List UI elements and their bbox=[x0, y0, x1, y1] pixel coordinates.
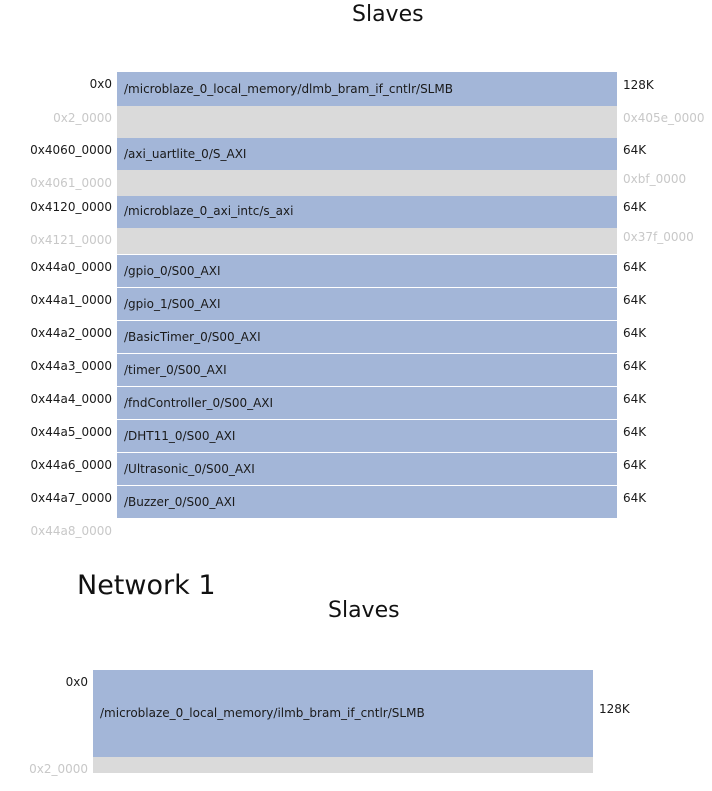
slave-segment[interactable]: /BasicTimer_0/S00_AXI bbox=[117, 321, 617, 353]
slave-segment[interactable]: /microblaze_0_axi_intc/s_axi bbox=[117, 196, 617, 228]
free-segment bbox=[117, 106, 617, 138]
segment-size: 64K bbox=[623, 425, 647, 439]
segment-size: 64K bbox=[623, 143, 647, 157]
slave-segment[interactable]: /microblaze_0_local_memory/dlmb_bram_if_… bbox=[117, 72, 617, 106]
slave-segment-label: /DHT11_0/S00_AXI bbox=[124, 429, 236, 443]
slave-segment-label: /gpio_0/S00_AXI bbox=[124, 264, 221, 278]
segment-size: 0x405e_0000 bbox=[623, 111, 705, 125]
address-label: 0x44a1_0000 bbox=[30, 293, 112, 307]
address-label: 0x4121_0000 bbox=[30, 233, 112, 247]
free-segment bbox=[117, 228, 617, 254]
slave-segment-label: /axi_uartlite_0/S_AXI bbox=[124, 147, 247, 161]
slave-segment-label: /microblaze_0_local_memory/dlmb_bram_if_… bbox=[124, 82, 453, 96]
segment-size: 64K bbox=[623, 491, 647, 505]
segment-size: 64K bbox=[623, 392, 647, 406]
free-segment bbox=[93, 757, 593, 773]
address-label: 0x44a4_0000 bbox=[30, 392, 112, 406]
segment-size: 64K bbox=[623, 326, 647, 340]
slaves-title: Slaves bbox=[352, 2, 424, 27]
address-label: 0x0 bbox=[89, 77, 112, 91]
segment-size: 64K bbox=[623, 260, 647, 274]
slave-segment[interactable]: /gpio_0/S00_AXI bbox=[117, 255, 617, 287]
slave-segment[interactable]: /Ultrasonic_0/S00_AXI bbox=[117, 453, 617, 485]
slave-segment-label: /microblaze_0_axi_intc/s_axi bbox=[124, 204, 294, 218]
segment-size: 128K bbox=[623, 78, 654, 92]
slave-segment-label: /fndController_0/S00_AXI bbox=[124, 396, 274, 410]
address-label: 0x44a3_0000 bbox=[30, 359, 112, 373]
slaves-title: Slaves bbox=[328, 598, 400, 623]
address-label: 0x44a2_0000 bbox=[30, 326, 112, 340]
segment-size: 64K bbox=[623, 359, 647, 373]
slave-segment-label: /gpio_1/S00_AXI bbox=[124, 297, 221, 311]
segment-size: 64K bbox=[623, 293, 647, 307]
slave-segment[interactable]: /fndController_0/S00_AXI bbox=[117, 387, 617, 419]
address-label: 0x4060_0000 bbox=[30, 143, 112, 157]
address-label: 0x4061_0000 bbox=[30, 176, 112, 190]
slave-segment-label: /Buzzer_0/S00_AXI bbox=[124, 495, 236, 509]
slave-segment[interactable]: /Buzzer_0/S00_AXI bbox=[117, 486, 617, 518]
address-label: 0x44a7_0000 bbox=[30, 491, 112, 505]
segment-size: 128K bbox=[599, 702, 630, 716]
slave-segment-label: /timer_0/S00_AXI bbox=[124, 363, 227, 377]
slave-segment[interactable]: /microblaze_0_local_memory/ilmb_bram_if_… bbox=[93, 670, 593, 757]
address-label: 0x2_0000 bbox=[29, 762, 88, 776]
slave-segment[interactable]: /timer_0/S00_AXI bbox=[117, 354, 617, 386]
address-label: 0x44a6_0000 bbox=[30, 458, 112, 472]
slave-segment-label: /Ultrasonic_0/S00_AXI bbox=[124, 462, 255, 476]
address-label: 0x4120_0000 bbox=[30, 200, 112, 214]
address-label: 0x2_0000 bbox=[53, 111, 112, 125]
segment-size: 64K bbox=[623, 200, 647, 214]
network-title: Network 1 bbox=[77, 570, 216, 601]
address-label: 0x0 bbox=[65, 675, 88, 689]
segment-size: 64K bbox=[623, 458, 647, 472]
end-address-label: 0x44a8_0000 bbox=[30, 524, 112, 538]
slave-segment[interactable]: /DHT11_0/S00_AXI bbox=[117, 420, 617, 452]
segment-size: 0x37f_0000 bbox=[623, 230, 694, 244]
slave-segment[interactable]: /axi_uartlite_0/S_AXI bbox=[117, 138, 617, 170]
segment-size: 0xbf_0000 bbox=[623, 172, 687, 186]
slave-segment[interactable]: /gpio_1/S00_AXI bbox=[117, 288, 617, 320]
free-segment bbox=[117, 170, 617, 196]
slave-segment-label: /microblaze_0_local_memory/ilmb_bram_if_… bbox=[100, 706, 425, 720]
address-label: 0x44a0_0000 bbox=[30, 260, 112, 274]
slave-segment-label: /BasicTimer_0/S00_AXI bbox=[124, 330, 261, 344]
address-label: 0x44a5_0000 bbox=[30, 425, 112, 439]
